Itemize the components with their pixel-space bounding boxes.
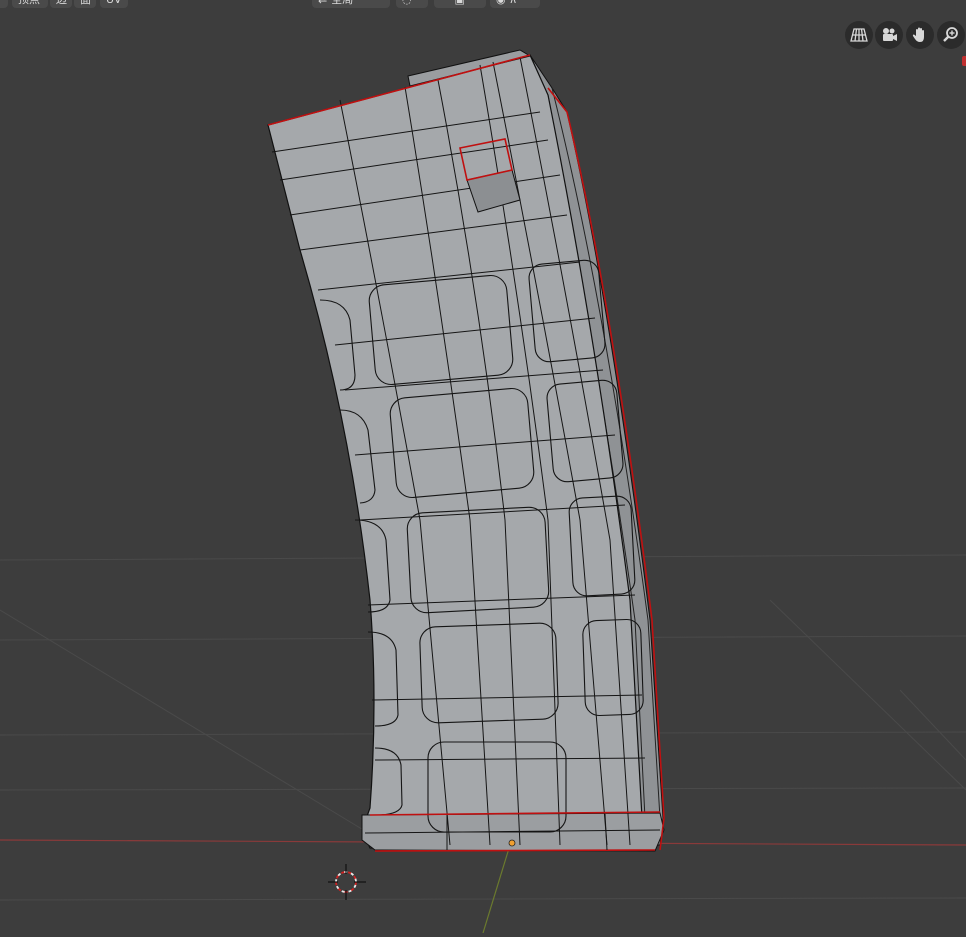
perspective-toggle-button[interactable] [845,21,873,49]
perspective-grid-icon [850,28,868,42]
proportional-editing-dropdown[interactable]: ◉ ∧ [490,0,540,8]
3d-viewport[interactable]: 顶点 边 面 UV ⇄ 全局 ◌ ⌒ ▣ ◉ ∧ [0,0,966,934]
viewport-canvas[interactable] [0,0,966,934]
proportional-editing-icon: ◉ ∧ [496,0,534,6]
zoom-icon [943,27,958,42]
mesh-front-face [267,54,646,849]
pivot-point-icon: ◌ [402,0,422,6]
transform-orientation-icon: ⇄ [318,0,327,6]
camera-icon [883,28,897,41]
menu-face[interactable]: 面 [74,0,96,8]
transform-orientation-label: 全局 [331,0,353,6]
snap-toggle[interactable]: ⌒ ▣ [434,0,486,8]
magazine-mesh[interactable] [267,49,665,852]
3d-cursor[interactable] [328,864,366,900]
menu-edge-label: 边 [56,0,67,6]
pivot-point-dropdown[interactable]: ◌ [396,0,428,8]
camera-view-button[interactable] [875,21,903,49]
transform-orientation-dropdown[interactable]: ⇄ 全局 [312,0,390,8]
menu-uv-label: UV [106,0,122,6]
menu-face-label: 面 [80,0,91,6]
menu-vertex-label: 顶点 [18,0,42,6]
zoom-view-button[interactable] [937,21,965,49]
pan-view-button[interactable] [906,21,934,49]
object-origin[interactable] [508,839,516,847]
y-axis-line [482,844,511,934]
hand-pan-icon [912,27,924,42]
menu-edge[interactable]: 边 [50,0,72,8]
menu-uv[interactable]: UV [100,0,128,8]
x-axis-gizmo-stub[interactable] [962,56,966,66]
header-left-stub[interactable] [0,0,8,8]
menu-vertex[interactable]: 顶点 [12,0,48,8]
snap-icon: ⌒ ▣ [440,0,480,6]
